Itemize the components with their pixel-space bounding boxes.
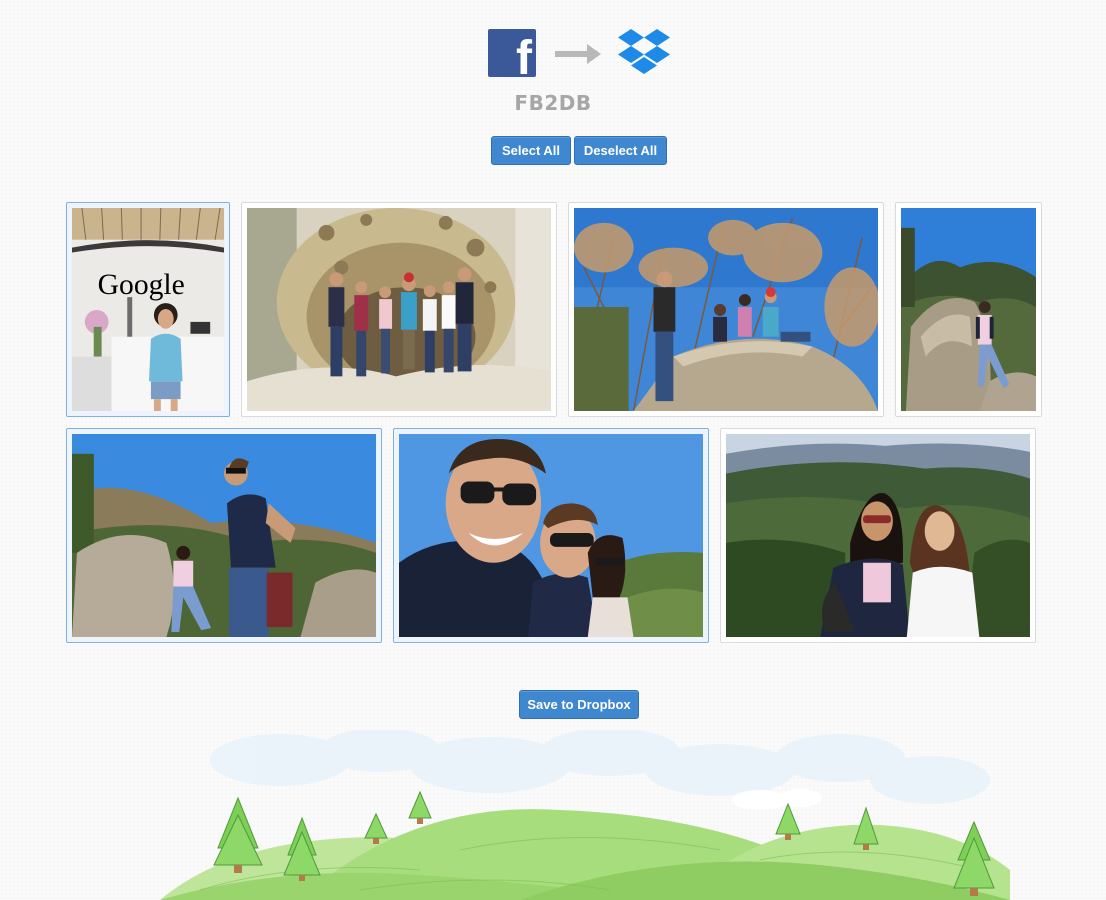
tree-icon (408, 790, 432, 824)
save-to-dropbox-button[interactable]: Save to Dropbox (519, 690, 639, 719)
photo-thumbnail (247, 208, 551, 411)
photo-tile[interactable] (568, 202, 884, 417)
photo-tile[interactable]: Google (66, 202, 230, 417)
photo-thumbnail: Google (72, 208, 224, 411)
deselect-all-button[interactable]: Deselect All (574, 136, 667, 165)
photo-thumbnail (72, 434, 376, 637)
photo-thumbnail (726, 434, 1030, 637)
photo-thumbnail (399, 434, 703, 637)
landscape-illustration (160, 730, 1010, 900)
photo-tile[interactable] (895, 202, 1042, 417)
dropbox-icon (618, 29, 670, 74)
google-sign-text: Google (98, 269, 185, 301)
arrow-right-icon (555, 44, 601, 64)
photo-tile[interactable] (720, 428, 1036, 643)
photo-tile[interactable] (393, 428, 709, 643)
tree-icon (953, 820, 995, 896)
photo-tile[interactable] (66, 428, 382, 643)
photo-tile[interactable] (241, 202, 557, 417)
tree-icon (213, 796, 263, 873)
photo-thumbnail (901, 208, 1036, 411)
select-all-button[interactable]: Select All (491, 136, 571, 165)
header: f FB2DB (0, 0, 1106, 120)
app-title: FB2DB (514, 91, 592, 115)
facebook-icon: f (488, 29, 536, 77)
facebook-logo-letter: f (516, 32, 532, 78)
photo-thumbnail (574, 208, 878, 411)
